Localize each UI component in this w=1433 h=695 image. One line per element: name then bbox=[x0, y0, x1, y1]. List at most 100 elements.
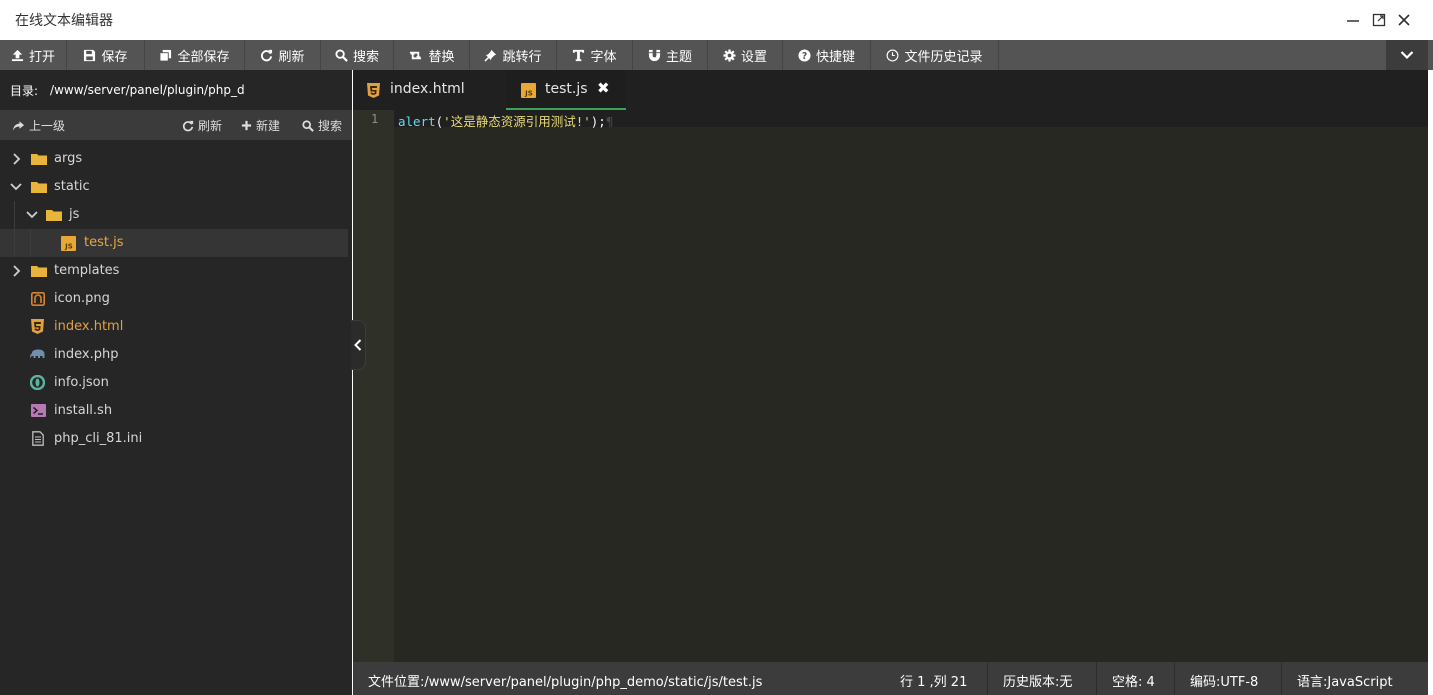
status-history-version[interactable]: 历史版本:无 bbox=[1003, 671, 1072, 690]
folder-icon bbox=[31, 266, 47, 277]
editor-tabs: index.html JS test.js ✖ bbox=[353, 70, 1428, 110]
upload-icon bbox=[11, 49, 24, 61]
goto-line-label: 跳转行 bbox=[502, 49, 542, 65]
retweet-icon bbox=[410, 51, 422, 59]
shortcuts-button[interactable]: ? 快捷键 bbox=[783, 40, 871, 70]
status-cursor-position[interactable]: 行 1 ,列 21 bbox=[900, 671, 967, 690]
tree-item-label: args bbox=[54, 151, 83, 166]
tree-item-index-html[interactable]: index.html bbox=[0, 313, 348, 341]
status-language[interactable]: 语言:JavaScript bbox=[1297, 671, 1393, 690]
magnet-icon bbox=[648, 49, 661, 61]
search-icon bbox=[302, 119, 314, 132]
code-line-end-marker: ¶ bbox=[605, 114, 614, 129]
tab-test-js[interactable]: JS test.js ✖ bbox=[506, 70, 626, 110]
theme-button[interactable]: 主题 bbox=[633, 40, 708, 70]
chevron-left-icon bbox=[354, 339, 362, 351]
code-editor[interactable]: 1 alert('这是静态资源引用测试!');¶ bbox=[353, 110, 1428, 662]
file-history-button[interactable]: 文件历史记录 bbox=[871, 40, 999, 70]
tree-item-js[interactable]: js bbox=[0, 201, 348, 229]
save-all-button[interactable]: 全部保存 bbox=[145, 40, 245, 70]
status-encoding[interactable]: 编码:UTF-8 bbox=[1190, 671, 1258, 690]
settings-label: 设置 bbox=[740, 49, 767, 65]
tree-item-info-json[interactable]: info.json bbox=[0, 369, 348, 397]
tree-item-index-php[interactable]: index.php bbox=[0, 341, 348, 369]
text-height-icon bbox=[573, 49, 585, 61]
tree-item-templates[interactable]: templates bbox=[0, 257, 348, 285]
tree-item-label: js bbox=[69, 207, 80, 222]
refresh-button[interactable]: 刷新 bbox=[245, 40, 321, 70]
explorer-refresh-button[interactable]: 刷新 bbox=[182, 117, 222, 134]
tree-item-install-sh[interactable]: install.sh bbox=[0, 397, 348, 425]
tree-item-label: php_cli_81.ini bbox=[54, 431, 143, 446]
tree-item-label: templates bbox=[54, 263, 120, 278]
new-file-button[interactable]: 新建 bbox=[241, 117, 280, 134]
font-label: 字体 bbox=[590, 49, 617, 65]
search-button[interactable]: 搜索 bbox=[321, 40, 394, 70]
toolbar: 打开 保存 全部保存 刷新 搜索 替换 跳转行 字体 主题 设置 ? 快捷键 文… bbox=[0, 40, 1433, 70]
code-string: '这是静态资源引用测试!' bbox=[443, 114, 591, 129]
pushpin-icon bbox=[484, 49, 497, 62]
replace-label: 替换 bbox=[428, 49, 455, 65]
window-edge bbox=[1428, 70, 1433, 695]
shortcuts-label: 快捷键 bbox=[815, 49, 855, 65]
refresh-icon bbox=[261, 49, 273, 61]
tree-item-label: static bbox=[54, 179, 90, 194]
tree-item-label: index.php bbox=[54, 347, 119, 362]
html5-icon bbox=[367, 83, 380, 98]
js-file-icon: JS bbox=[521, 83, 536, 98]
goto-line-button[interactable]: 跳转行 bbox=[470, 40, 557, 70]
window-title: 在线文本编辑器 bbox=[15, 13, 113, 29]
status-indent[interactable]: 空格: 4 bbox=[1112, 671, 1155, 690]
tab-close-icon[interactable]: ✖ bbox=[597, 79, 610, 97]
sidebar-toggle-button[interactable] bbox=[351, 320, 366, 370]
toolbar-collapse-button[interactable] bbox=[1386, 40, 1428, 70]
tree-item-args[interactable]: args bbox=[0, 145, 348, 173]
text-file-icon bbox=[32, 431, 44, 446]
tree-guide-line bbox=[14, 229, 15, 257]
refresh-icon bbox=[182, 120, 194, 131]
tree-item-test-js[interactable]: JS test.js bbox=[0, 229, 348, 257]
tree-item-php-cli-ini[interactable]: php_cli_81.ini bbox=[0, 425, 348, 453]
up-level-button[interactable]: 上一级 bbox=[12, 117, 65, 134]
directory-path[interactable]: /www/server/panel/plugin/php_d bbox=[50, 83, 245, 97]
json-file-icon bbox=[30, 375, 45, 390]
open-label: 打开 bbox=[28, 49, 55, 65]
chevron-down-icon bbox=[10, 183, 22, 191]
save-icon bbox=[84, 49, 96, 61]
folder-open-icon bbox=[31, 182, 47, 193]
open-button[interactable]: 打开 bbox=[0, 40, 67, 70]
minimize-button[interactable] bbox=[1341, 8, 1365, 32]
php-elephant-icon bbox=[30, 349, 45, 358]
code-line[interactable]: alert('这是静态资源引用测试!');¶ bbox=[398, 111, 613, 130]
file-explorer: 目录: /www/server/panel/plugin/php_d 上一级 刷… bbox=[0, 70, 352, 695]
status-bar: 文件位置:/www/server/panel/plugin/php_demo/s… bbox=[353, 662, 1428, 695]
tree-guide-line bbox=[30, 229, 31, 257]
tab-index-html[interactable]: index.html bbox=[353, 70, 506, 110]
tree-guide-line bbox=[14, 201, 15, 229]
settings-button[interactable]: 设置 bbox=[708, 40, 783, 70]
status-file-path: 文件位置:/www/server/panel/plugin/php_demo/s… bbox=[368, 675, 763, 690]
save-button[interactable]: 保存 bbox=[67, 40, 145, 70]
font-button[interactable]: 字体 bbox=[557, 40, 633, 70]
tree-item-icon-png[interactable]: icon.png bbox=[0, 285, 348, 313]
title-bar: 在线文本编辑器 bbox=[0, 0, 1433, 40]
file-tree: args static js JS test.js templates icon… bbox=[0, 140, 352, 453]
tree-item-static[interactable]: static bbox=[0, 173, 348, 201]
svg-text:?: ? bbox=[802, 50, 807, 61]
maximize-button[interactable] bbox=[1367, 8, 1391, 32]
js-file-icon: JS bbox=[61, 236, 76, 251]
minimize-icon bbox=[1347, 20, 1359, 22]
gear-icon bbox=[723, 48, 736, 62]
clock-icon bbox=[887, 49, 899, 61]
replace-button[interactable]: 替换 bbox=[394, 40, 470, 70]
explorer-search-button[interactable]: 搜索 bbox=[302, 117, 342, 134]
tab-label: test.js bbox=[545, 81, 588, 97]
up-level-label: 上一级 bbox=[29, 119, 66, 133]
save-all-label: 全部保存 bbox=[177, 49, 230, 65]
terminal-icon bbox=[31, 404, 46, 417]
status-divider bbox=[1096, 662, 1097, 695]
close-window-button[interactable] bbox=[1392, 8, 1416, 32]
chevron-down-icon bbox=[1400, 51, 1414, 60]
image-file-icon bbox=[31, 292, 45, 306]
folder-icon bbox=[31, 154, 47, 165]
